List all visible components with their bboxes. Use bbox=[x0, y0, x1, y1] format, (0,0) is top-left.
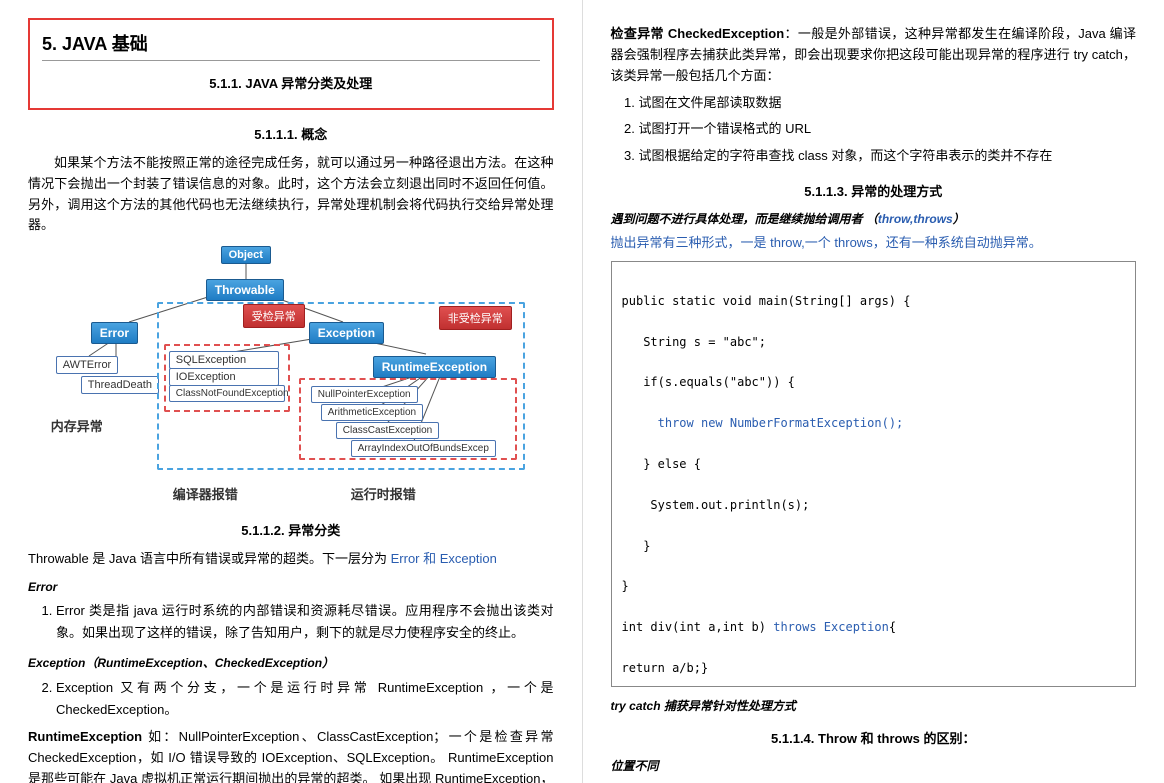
list-error: Error 类是指 java 运行时系统的内部错误和资源耗尽错误。应用程序不会抛… bbox=[56, 600, 554, 644]
paragraph-checkedexception: 检查异常 CheckedException：一般是外部错误，这种异常都发生在编译… bbox=[611, 24, 1137, 86]
label-memory-exception: 内存异常 bbox=[51, 416, 103, 435]
list-item-error: Error 类是指 java 运行时系统的内部错误和资源耗尽错误。应用程序不会抛… bbox=[56, 600, 554, 644]
heading-error: Error bbox=[28, 580, 554, 594]
label-compile-error: 编译器报错 bbox=[173, 484, 238, 503]
node-npe: NullPointerException bbox=[311, 386, 418, 403]
section-subtitle: 5.1.1. JAVA 异常分类及处理 bbox=[42, 73, 540, 92]
list-item-exception: Exception 又有两个分支，一个是运行时异常 RuntimeExcepti… bbox=[56, 677, 554, 721]
code-example: public static void main(String[] args) {… bbox=[611, 261, 1137, 687]
paragraph-concept: 如果某个方法不能按照正常的途径完成任务，就可以通过另一种路径退出方法。在这种情况… bbox=[28, 153, 554, 236]
exception-hierarchy-diagram: Object Throwable Error Exception AWTErro… bbox=[51, 246, 531, 506]
section-title: 5. JAVA 基础 bbox=[42, 30, 540, 61]
node-error: Error bbox=[91, 322, 138, 344]
list-exception: Exception 又有两个分支，一个是运行时异常 RuntimeExcepti… bbox=[56, 677, 554, 721]
list-item: 试图打开一个错误格式的 URL bbox=[639, 118, 1137, 140]
label-runtime-error: 运行时报错 bbox=[351, 484, 416, 503]
node-arithmetic: ArithmeticException bbox=[321, 404, 423, 421]
highlight-box: 5. JAVA 基础 5.1.1. JAVA 异常分类及处理 bbox=[28, 18, 554, 110]
list-item: 试图根据给定的字符串查找 class 对象，而这个字符串表示的类并不存在 bbox=[639, 145, 1137, 167]
heading-classification: 5.1.1.2. 异常分类 bbox=[28, 520, 554, 539]
heading-position-diff: 位置不同 bbox=[611, 757, 1137, 774]
heading-handling: 5.1.1.3. 异常的处理方式 bbox=[611, 181, 1137, 200]
heading-concept: 5.1.1.1. 概念 bbox=[28, 124, 554, 143]
paragraph-throw-forms: 抛出异常有三种形式，一是 throw,一个 throws，还有一种系统自动抛异常… bbox=[611, 233, 1137, 254]
heading-exception-sub: Exception（RuntimeException、CheckedExcept… bbox=[28, 654, 554, 671]
paragraph-runtime: RuntimeException 如：NullPointerException、… bbox=[28, 727, 554, 783]
heading-throw-vs-throws: 5.1.1.4. Throw 和 throws 的区别： bbox=[611, 728, 1137, 747]
node-awterror: AWTError bbox=[56, 356, 118, 374]
node-threaddeath: ThreadDeath bbox=[81, 376, 159, 394]
node-object: Object bbox=[221, 246, 271, 264]
list-checked-examples: 试图在文件尾部读取数据 试图打开一个错误格式的 URL 试图根据给定的字符串查找… bbox=[639, 92, 1137, 166]
heading-trycatch: try catch 捕获异常针对性处理方式 bbox=[611, 697, 1137, 714]
heading-throw-throws: 遇到问题不进行具体处理，而是继续抛给调用者 （throw,throws） bbox=[611, 210, 1137, 227]
node-aioobe: ArrayIndexOutOfBundsExcep bbox=[351, 440, 496, 457]
list-item: 试图在文件尾部读取数据 bbox=[639, 92, 1137, 114]
paragraph-throwable: Throwable 是 Java 语言中所有错误或异常的超类。下一层分为 Err… bbox=[28, 549, 554, 570]
node-classcast: ClassCastException bbox=[336, 422, 439, 439]
node-throwable: Throwable bbox=[206, 279, 284, 301]
